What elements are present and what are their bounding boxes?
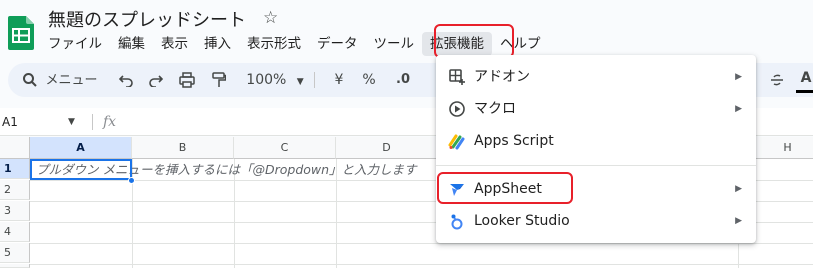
column-header-d[interactable]: D [336, 137, 438, 159]
submenu-arrow-icon: ▶ [735, 216, 742, 226]
toolbar-divider [314, 72, 315, 88]
star-icon[interactable]: ☆ [263, 8, 278, 28]
chevron-down-icon: ▼ [296, 77, 304, 87]
menu-item-label: アドオン [474, 69, 530, 85]
submenu-arrow-icon: ▶ [735, 104, 742, 114]
menu-format[interactable]: 表示形式 [239, 32, 309, 56]
chevron-down-icon[interactable]: ▼ [68, 108, 75, 136]
submenu-arrow-icon: ▶ [735, 72, 742, 82]
currency-format-button[interactable]: ¥ [330, 63, 348, 97]
row-line [30, 264, 813, 265]
title-bar: 無題のスプレッドシート ☆ ファイル 編集 表示 挿入 表示形式 データ ツール… [0, 0, 813, 58]
text-color-button[interactable]: A [796, 63, 813, 93]
search-icon [22, 72, 42, 88]
menu-item-macros[interactable]: マクロ ▶ [436, 93, 756, 125]
macro-icon [448, 100, 466, 118]
active-cell-a1[interactable] [30, 159, 132, 180]
menu-file[interactable]: ファイル [40, 32, 110, 56]
menu-item-label: Looker Studio [474, 213, 570, 229]
menu-edit[interactable]: 編集 [110, 32, 153, 56]
undo-icon[interactable] [116, 63, 136, 97]
menu-insert[interactable]: 挿入 [196, 32, 239, 56]
column-header-a[interactable]: A [30, 137, 132, 159]
print-icon[interactable] [176, 63, 198, 97]
row-header-4[interactable]: 4 [0, 222, 30, 242]
appsheet-highlight-box [437, 172, 573, 204]
column-header-b[interactable]: B [132, 137, 234, 159]
menu-data[interactable]: データ [309, 32, 366, 56]
document-title[interactable]: 無題のスプレッドシート [48, 6, 246, 32]
apps-script-icon [448, 132, 466, 150]
row-line [30, 243, 813, 244]
strikethrough-icon[interactable] [768, 63, 786, 97]
menu-separator [436, 165, 756, 166]
row-header-6[interactable] [0, 264, 30, 268]
extensions-menu: アドオン ▶ マクロ ▶ Apps Script AppSheet ▶ Look… [436, 55, 756, 243]
menu-item-addons[interactable]: アドオン ▶ [436, 61, 756, 93]
row-header-3[interactable]: 3 [0, 201, 30, 221]
paint-format-icon[interactable] [208, 63, 230, 97]
formula-divider [92, 114, 93, 130]
zoom-select[interactable]: 100% ▼ [244, 63, 306, 97]
menu-item-apps-script[interactable]: Apps Script [436, 125, 756, 157]
row-header-2[interactable]: 2 [0, 180, 30, 200]
menu-item-looker-studio[interactable]: Looker Studio ▶ [436, 205, 756, 237]
fx-icon: fx [103, 114, 117, 130]
looker-studio-icon [448, 212, 466, 230]
menu-search-button[interactable]: メニュー [14, 63, 110, 97]
select-all-corner[interactable] [0, 137, 30, 159]
menu-view[interactable]: 表示 [153, 32, 196, 56]
row-header-1[interactable]: 1 [0, 159, 30, 179]
menu-item-label: Apps Script [474, 133, 554, 149]
decrease-decimal-button[interactable]: .0 [390, 63, 416, 97]
menu-search-label: メニュー [45, 73, 98, 88]
menu-item-label: マクロ [474, 101, 516, 117]
row-header-5[interactable]: 5 [0, 243, 30, 263]
submenu-arrow-icon: ▶ [735, 184, 742, 194]
redo-icon[interactable] [146, 63, 166, 97]
addon-icon [448, 68, 466, 86]
sheets-logo-icon[interactable] [8, 16, 34, 50]
percent-format-button[interactable]: % [360, 63, 378, 97]
zoom-value: 100% [246, 72, 287, 88]
menu-tools[interactable]: ツール [366, 32, 423, 56]
fill-handle[interactable] [128, 177, 135, 184]
extensions-highlight-box [434, 24, 514, 58]
column-header-c[interactable]: C [234, 137, 336, 159]
